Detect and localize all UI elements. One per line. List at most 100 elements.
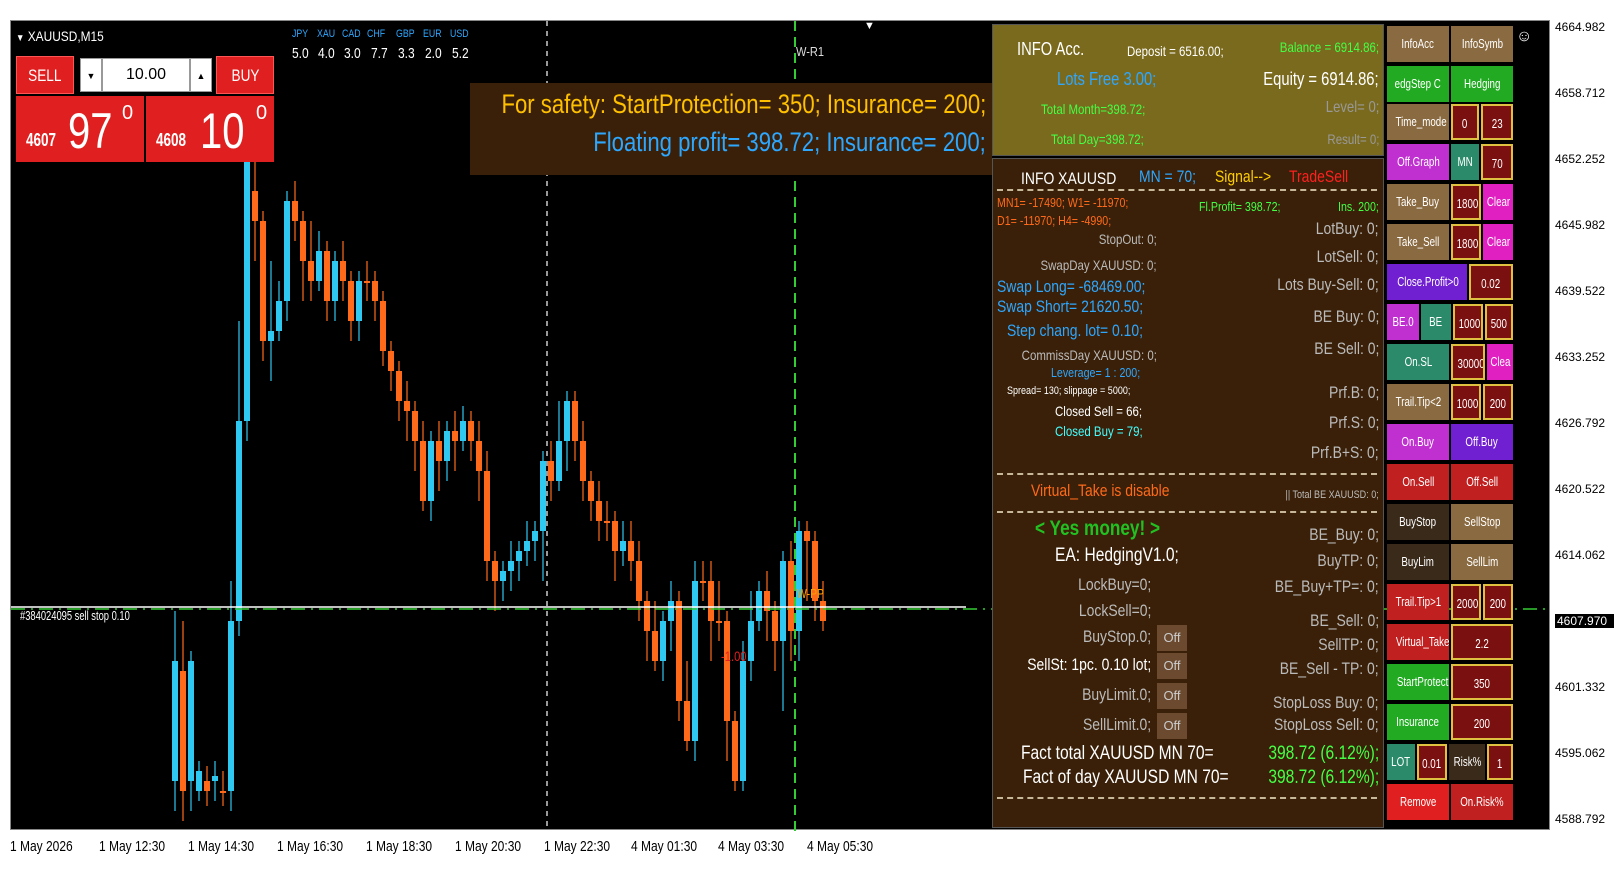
start-protection-value-field[interactable]: 350 (1451, 664, 1513, 700)
be-b-field[interactable]: 500 (1485, 304, 1513, 340)
remove-button[interactable]: Remove (1387, 784, 1449, 820)
candle-body (396, 371, 402, 401)
button-label: Take_Sell (1396, 234, 1440, 249)
sell-limit-button[interactable]: SellLim (1451, 544, 1513, 580)
price-tick: 4652.252 (1555, 152, 1606, 166)
hedg-step-button[interactable]: edgStep C (1387, 66, 1449, 102)
safety-line-2: Floating profit= 398.72; Insurance= 200; (593, 127, 986, 157)
buy-limit-text: BuyLimit.0; (1082, 685, 1151, 704)
trade-sell-text: TradeSell (1289, 167, 1349, 186)
volume-up-button[interactable]: ▲ (190, 58, 212, 92)
smiley-icon[interactable]: ☺ (1516, 28, 1532, 46)
close-profit-button[interactable]: Close.Profit>0 (1387, 264, 1467, 300)
total-day-text: Total Day=398.72; (1051, 131, 1144, 147)
sell-price-box[interactable]: 4607 97 0 (16, 96, 144, 162)
close-profit-value-field[interactable]: 0.02 (1469, 264, 1513, 300)
candle-body (620, 541, 626, 551)
take-buy-value-field[interactable]: 1800 (1451, 184, 1481, 220)
take-sell-value-field[interactable]: 1800 (1451, 224, 1481, 260)
sell-stop-button[interactable]: SellStop (1451, 504, 1513, 540)
be-a-field[interactable]: 1000 (1453, 304, 1483, 340)
mn-value-field[interactable]: 70 (1481, 144, 1513, 180)
info-symb-button[interactable]: InfoSymb (1451, 26, 1513, 62)
start-protection-button[interactable]: StartProtectio (1387, 664, 1449, 700)
be-sell-tp-text: BE_Sell - TP: 0; (1280, 659, 1379, 678)
button-label: Trail.Tip<2 (1395, 394, 1441, 409)
clear-take-buy-button[interactable]: Clear (1483, 184, 1513, 220)
button-label: On.SL (1404, 354, 1432, 369)
sell-st-off-button[interactable]: Off (1157, 653, 1187, 679)
buy-button[interactable]: BUY (216, 56, 274, 94)
buy-stop-off-button[interactable]: Off (1157, 625, 1187, 651)
candle-body (228, 621, 234, 791)
virtual-take-button[interactable]: Virtual_Take (1387, 624, 1449, 660)
buy-price-box[interactable]: 4608 10 0 (146, 96, 274, 162)
sell-button[interactable]: SELL (16, 56, 74, 94)
time-end-field[interactable]: 23 (1481, 104, 1513, 140)
sell-st-text: SellSt: 1pc. 0.10 lot; (1027, 655, 1151, 674)
take-sell-button[interactable]: Take_Sell (1387, 224, 1449, 260)
info-acc-button[interactable]: InfoAcc (1387, 26, 1449, 62)
off-graph-button[interactable]: Off.Graph (1387, 144, 1449, 180)
trail-tip2-b-field[interactable]: 200 (1483, 384, 1513, 420)
be-zero-button[interactable]: BE.0 (1387, 304, 1419, 340)
on-risk-button[interactable]: On.Risk% (1451, 784, 1513, 820)
risk-button[interactable]: Risk% (1449, 744, 1485, 780)
sl-sell-text: StopLoss Sell: 0; (1274, 715, 1379, 734)
sell-limit-off-button[interactable]: Off (1157, 713, 1187, 739)
off-label: Off (1163, 630, 1181, 645)
lot-value-field[interactable]: 0.01 (1417, 744, 1447, 780)
button-label: Off.Graph (1396, 154, 1440, 169)
be-button[interactable]: BE (1421, 304, 1451, 340)
button-label: 2000 (1456, 596, 1479, 611)
trail-tip1-b-field[interactable]: 200 (1483, 584, 1513, 620)
virtual-take-value-field[interactable]: 2.2 (1451, 624, 1513, 660)
chart-scroll-marker[interactable]: ▼ (864, 20, 875, 32)
hedging-button[interactable]: Hedging (1451, 66, 1513, 102)
time-tick: 4 May 01:30 (631, 838, 698, 855)
mn-button[interactable]: MN (1451, 144, 1479, 180)
lot-button[interactable]: LOT (1387, 744, 1415, 780)
time-start-field[interactable]: 0 (1451, 104, 1479, 140)
button-label: Time_mode (1395, 114, 1447, 129)
on-sl-value-field[interactable]: 30000 (1451, 344, 1485, 380)
on-buy-button[interactable]: On.Buy (1387, 424, 1449, 460)
take-buy-button[interactable]: Take_Buy (1387, 184, 1449, 220)
volume-down-button[interactable]: ▼ (80, 58, 102, 92)
button-label: BE (1429, 314, 1443, 329)
candle-body (668, 601, 674, 621)
on-sl-button[interactable]: On.SL (1387, 344, 1449, 380)
chart-menu-icon[interactable]: ▼ (16, 33, 24, 44)
insurance-value-field[interactable]: 200 (1451, 704, 1513, 740)
leverage-text: Leverage= 1 : 200; (1051, 365, 1141, 380)
off-sell-button[interactable]: Off.Sell (1451, 464, 1513, 500)
volume-input[interactable] (102, 58, 190, 92)
insurance-button[interactable]: Insurance (1387, 704, 1449, 740)
weekly-r1-label: W-R1 (796, 44, 825, 59)
button-label: 350 (1473, 676, 1491, 691)
candle-body (212, 776, 218, 781)
swap-short-text: Swap Short= 21620.50; (997, 297, 1144, 316)
trail-tip1-a-field[interactable]: 2000 (1451, 584, 1481, 620)
off-buy-button[interactable]: Off.Buy (1451, 424, 1513, 460)
trail-tip2-a-field[interactable]: 1000 (1451, 384, 1481, 420)
buy-limit-button[interactable]: BuyLim (1387, 544, 1449, 580)
currency-code: JPY (292, 28, 309, 40)
trail-tip1-button[interactable]: Trail.Tip>1 (1387, 584, 1449, 620)
fact-day-text: Fact of day XAUUSD MN 70= (1023, 767, 1229, 788)
ea-name-text: EA: HedgingV1.0; (1055, 545, 1179, 566)
clear-sl-button[interactable]: Clea (1487, 344, 1513, 380)
button-label: InfoSymb (1461, 36, 1503, 51)
on-sell-button[interactable]: On.Sell (1387, 464, 1449, 500)
button-label: Clear (1486, 194, 1511, 209)
clear-take-sell-button[interactable]: Clear (1483, 224, 1513, 260)
equity-text: Equity = 6914.86; (1263, 69, 1379, 89)
buy-limit-off-button[interactable]: Off (1157, 683, 1187, 709)
trail-tip2-button[interactable]: Trail.Tip<2 (1387, 384, 1449, 420)
risk-value-field[interactable]: 1 (1487, 744, 1513, 780)
currency-code: CAD (342, 28, 361, 40)
time-mode-button[interactable]: Time_mode (1387, 104, 1449, 140)
button-label: 0 (1462, 116, 1468, 131)
divider (997, 797, 1377, 799)
buy-stop-button[interactable]: BuyStop (1387, 504, 1449, 540)
